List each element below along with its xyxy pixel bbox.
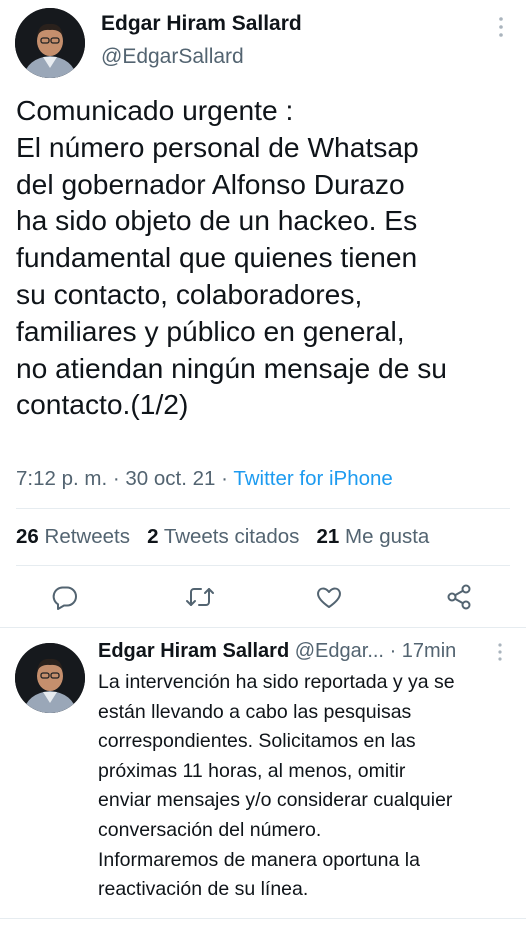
tweet-text-line: El número personal de Whatsap bbox=[16, 130, 419, 163]
meta-separator: · bbox=[389, 640, 402, 662]
retweets-label: Retweets bbox=[44, 525, 130, 548]
tweet-text-line: no atiendan ningún mensaje de su bbox=[16, 351, 447, 384]
comment-icon bbox=[52, 586, 77, 610]
divider bbox=[16, 508, 510, 509]
heart-icon bbox=[317, 587, 341, 608]
tweet-stats: 26 Retweets 2 Tweets citados 21 Me gusta bbox=[16, 525, 429, 549]
likes-stat[interactable]: 21 Me gusta bbox=[317, 525, 430, 548]
more-vertical-icon[interactable] bbox=[493, 14, 509, 40]
tweet-text-line: ha sido objeto de un hackeo. Es bbox=[16, 204, 418, 237]
reply-text-line: enviar mensajes y/o considerar cualquier bbox=[98, 789, 453, 812]
meta-separator: · bbox=[221, 467, 234, 490]
quotes-label: Tweets citados bbox=[163, 525, 300, 548]
tweet-text-line: su contacto, colaboradores, bbox=[16, 277, 363, 310]
likes-label: Me gusta bbox=[345, 525, 430, 548]
tweet-text-line: Comunicado urgente : bbox=[16, 94, 294, 126]
tweet-text-line: familiares y público en general, bbox=[16, 314, 405, 347]
divider bbox=[0, 918, 526, 919]
author-handle[interactable]: @EdgarSallard bbox=[101, 45, 244, 69]
reply-author-name[interactable]: Edgar Hiram Sallard bbox=[98, 640, 289, 662]
tweet-text-line: del gobernador Alfonso Durazo bbox=[16, 167, 405, 200]
reply-button[interactable] bbox=[51, 583, 79, 611]
tweet-text: Comunicado urgente : El número personal … bbox=[16, 92, 521, 423]
reply-author-handle[interactable]: @Edgar... bbox=[295, 640, 384, 662]
likes-count: 21 bbox=[316, 525, 340, 548]
divider bbox=[16, 565, 510, 566]
reply-text-line: reactivación de su línea. bbox=[98, 878, 309, 901]
reply-text: La intervención ha sido reportada y ya s… bbox=[98, 668, 518, 905]
tweet-date[interactable]: 30 oct. 21 bbox=[125, 467, 215, 490]
share-button[interactable] bbox=[446, 583, 474, 611]
more-vertical-icon[interactable] bbox=[494, 641, 506, 663]
retweets-stat[interactable]: 26 Retweets bbox=[16, 525, 130, 548]
reply-header: Edgar Hiram Sallard @Edgar... · 17min bbox=[98, 640, 456, 663]
tweet-source-link[interactable]: Twitter for iPhone bbox=[233, 467, 393, 490]
tweet-text-line: fundamental que quienes tienen bbox=[16, 241, 418, 274]
tweet-meta: 7:12 p. m. · 30 oct. 21 · Twitter for iP… bbox=[16, 467, 393, 491]
quotes-stat[interactable]: 2 Tweets citados bbox=[147, 525, 299, 548]
quotes-count: 2 bbox=[147, 525, 159, 548]
meta-separator: · bbox=[112, 467, 126, 490]
reply-text-line: correspondientes. Solicitamos en las bbox=[98, 730, 416, 753]
share-icon bbox=[447, 584, 471, 610]
tweet-text-line: contacto.(1/2) bbox=[16, 388, 189, 421]
reply-author-avatar[interactable] bbox=[15, 643, 85, 713]
reply-text-line: Informaremos de manera oportuna la bbox=[98, 848, 420, 871]
reply-text-line: próximas 11 horas, al menos, omitir bbox=[98, 759, 406, 782]
reply-text-line: conversación del número. bbox=[98, 818, 322, 841]
tweet-time[interactable]: 7:12 p. m. bbox=[16, 467, 107, 490]
retweet-icon bbox=[186, 588, 214, 606]
author-avatar[interactable] bbox=[15, 8, 85, 78]
reply-text-line: La intervención ha sido reportada y ya s… bbox=[98, 671, 455, 693]
divider bbox=[0, 627, 526, 628]
reply-age[interactable]: 17min bbox=[402, 640, 456, 662]
author-name[interactable]: Edgar Hiram Sallard bbox=[101, 12, 302, 36]
like-button[interactable] bbox=[315, 583, 343, 611]
retweet-button[interactable] bbox=[185, 583, 215, 611]
reply-text-line: están llevando a cabo las pesquisas bbox=[98, 700, 412, 723]
retweets-count: 26 bbox=[16, 525, 39, 548]
